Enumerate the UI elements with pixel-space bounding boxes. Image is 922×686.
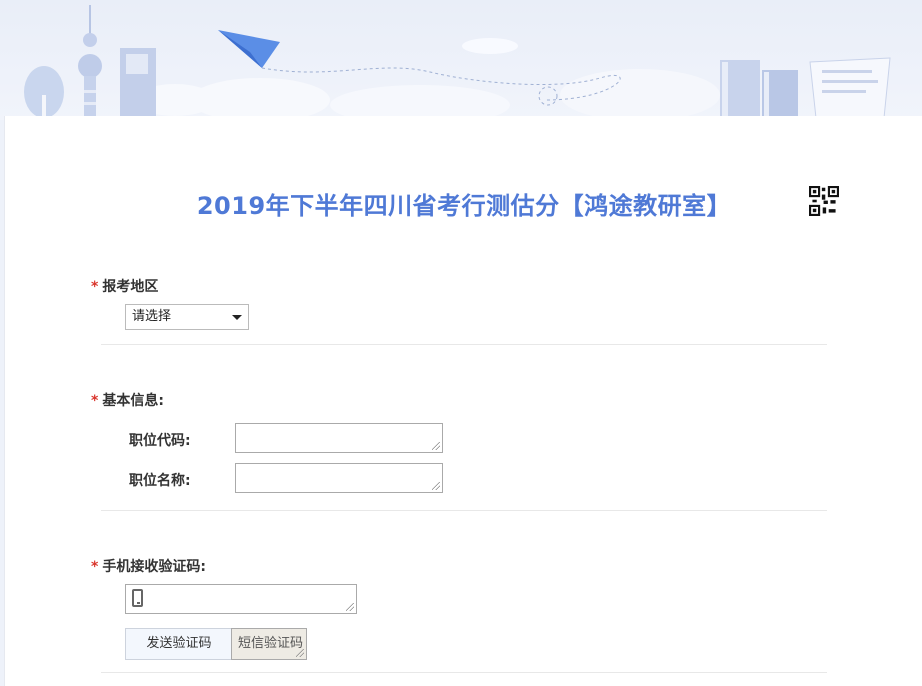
- resize-grip-icon[interactable]: [432, 442, 440, 450]
- mobile-phone-icon: [132, 589, 143, 607]
- region-label: 报考地区: [102, 279, 159, 295]
- divider: [101, 672, 827, 673]
- region-select-value: 请选择: [132, 309, 172, 324]
- region-question: * 报考地区: [91, 276, 158, 296]
- sms-code-input[interactable]: 短信验证码: [231, 628, 307, 660]
- position-code-label: 职位代码:: [129, 433, 191, 449]
- basic-info-question: * 基本信息:: [91, 390, 164, 410]
- required-mark: *: [91, 393, 99, 409]
- resize-grip-icon[interactable]: [432, 482, 440, 490]
- form-title: 2019年下半年四川省考行测估分【鸿途教研室】: [196, 192, 732, 220]
- phone-code-question: * 手机接收验证码:: [91, 556, 206, 576]
- qr-code-icon[interactable]: [809, 186, 839, 216]
- chevron-down-icon: [232, 315, 242, 320]
- basic-info-label: 基本信息:: [102, 393, 164, 409]
- divider: [101, 344, 827, 345]
- resize-grip-icon[interactable]: [296, 649, 304, 657]
- phone-code-label: 手机接收验证码:: [102, 559, 206, 575]
- resize-grip-icon[interactable]: [346, 603, 354, 611]
- position-code-field[interactable]: [235, 423, 443, 453]
- banner-illustration: [24, 5, 891, 120]
- required-mark: *: [91, 279, 99, 295]
- position-name-label: 职位名称:: [129, 473, 191, 489]
- sms-code-placeholder: 短信验证码: [238, 636, 304, 651]
- phone-number-field[interactable]: [125, 584, 357, 614]
- divider: [101, 510, 827, 511]
- position-name-field[interactable]: [235, 463, 443, 493]
- header-banner: [0, 0, 922, 120]
- required-mark: *: [91, 559, 99, 575]
- form-container: 2019年下半年四川省考行测估分【鸿途教研室】 * 报考地区 请选择 * 基本信息:…: [4, 116, 922, 686]
- send-code-button[interactable]: 发送验证码: [125, 628, 233, 660]
- region-select[interactable]: 请选择: [125, 304, 249, 330]
